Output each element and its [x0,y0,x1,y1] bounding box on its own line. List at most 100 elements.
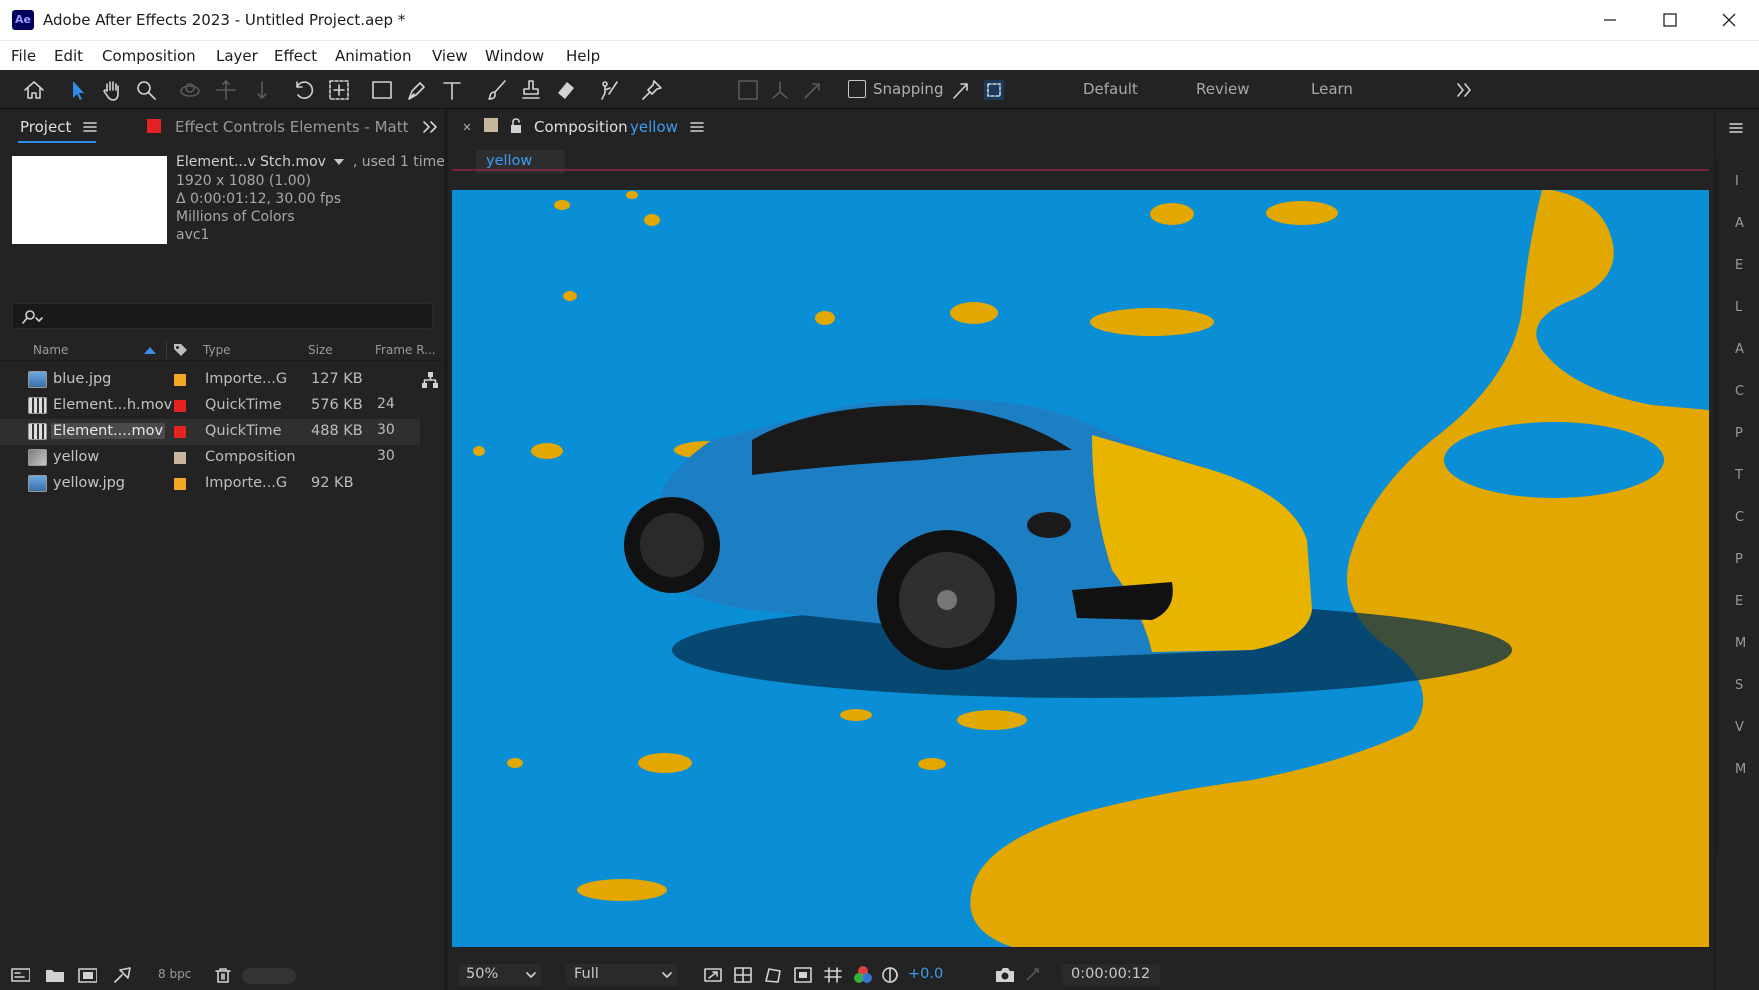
menu-layer[interactable]: Layer [216,47,258,65]
close-tab-icon[interactable] [461,121,473,133]
collapsed-panel-libraries[interactable]: L [1735,300,1742,315]
grid-guides-icon[interactable] [823,966,843,984]
menu-composition[interactable]: Composition [102,47,196,65]
workspace-learn[interactable]: Learn [1311,80,1353,98]
snap-options-button[interactable] [949,78,973,102]
brush-tool[interactable] [485,78,509,102]
double-chevron-right-icon[interactable] [422,119,438,135]
home-button[interactable] [22,78,46,102]
collapsed-panel-wiggler[interactable]: V [1735,720,1744,735]
column-type[interactable]: Type [203,343,231,357]
mask-visibility-icon[interactable] [763,966,783,984]
collapsed-panel-content-aware[interactable]: C [1735,510,1744,525]
composition-viewer[interactable] [452,190,1709,947]
tab-composition-name[interactable]: yellow [630,118,678,136]
eraser-tool[interactable] [554,78,578,102]
flowchart-icon[interactable] [421,371,439,389]
pan-behind-tool[interactable] [327,78,351,102]
collapsed-panel-effects[interactable]: E [1735,258,1743,273]
collapsed-panel-mask[interactable]: M [1735,762,1746,777]
new-folder-icon[interactable] [44,966,64,984]
project-item-row-selected[interactable]: Element....mov QuickTime 488 KB 30 [0,419,420,445]
zoom-dropdown[interactable]: 50% [458,964,542,986]
column-name[interactable]: Name [33,343,68,357]
workspace-review[interactable]: Review [1196,80,1250,98]
tab-effect-controls[interactable]: Effect Controls Elements - Matt [175,118,409,136]
column-frame-rate[interactable]: Frame R... [375,343,436,357]
workspace-overflow-button[interactable] [1452,78,1476,102]
sort-ascending-icon[interactable] [143,346,157,355]
world-axis-tool[interactable] [800,78,824,102]
channel-rgb-icon[interactable] [853,965,873,983]
label-swatch[interactable] [174,374,186,386]
chevron-down-icon[interactable] [334,159,345,165]
lock-icon[interactable] [509,118,523,134]
snap-features-button[interactable] [982,78,1006,102]
menu-view[interactable]: View [432,47,468,65]
selection-tool[interactable] [66,78,90,102]
panel-menu-icon[interactable] [1729,122,1743,134]
panel-menu-icon[interactable] [690,121,704,133]
dolly-tool[interactable] [250,78,274,102]
project-item-row[interactable]: yellow.jpg Importe...G 92 KB [0,471,420,497]
snapping-checkbox[interactable] [848,80,866,98]
interpret-footage-icon[interactable] [10,966,30,984]
tab-project[interactable]: Project [20,118,71,136]
hand-tool[interactable] [100,78,124,102]
project-search-input[interactable] [12,303,433,329]
project-item-row[interactable]: Element...h.mov QuickTime 576 KB 24 [0,393,420,419]
minimize-button[interactable] [1580,0,1640,40]
region-of-interest-icon[interactable] [793,966,813,984]
project-item-row[interactable]: blue.jpg Importe...G 127 KB [0,367,420,393]
bit-depth-button[interactable]: 8 bpc [158,967,191,981]
collapsed-panel-character[interactable]: C [1735,384,1744,399]
collapsed-panel-essential[interactable]: E [1735,594,1743,609]
puppet-pin-tool[interactable] [640,78,664,102]
new-composition-icon[interactable] [77,966,97,984]
workspace-default[interactable]: Default [1083,80,1138,98]
thumbnail-size-slider[interactable] [242,968,296,984]
transparency-grid-icon[interactable] [733,966,753,984]
clone-stamp-tool[interactable] [519,78,543,102]
menu-window[interactable]: Window [485,47,544,65]
maximize-button[interactable] [1640,0,1700,40]
type-tool[interactable] [440,78,464,102]
pen-tool[interactable] [405,78,429,102]
collapsed-panel-paint[interactable]: P [1735,552,1743,567]
resolution-dropdown[interactable]: Full [566,964,678,986]
zoom-tool[interactable] [134,78,158,102]
collapsed-panel-motion[interactable]: M [1735,636,1746,651]
pan-tool[interactable] [214,78,238,102]
camera-snapshot-icon[interactable] [994,966,1014,984]
label-swatch[interactable] [174,400,186,412]
collapsed-panel-audio[interactable]: A [1735,216,1744,231]
exposure-value[interactable]: +0.0 [908,966,943,982]
rotation-tool[interactable] [292,78,316,102]
trash-icon[interactable] [212,966,232,984]
menu-file[interactable]: File [11,47,36,65]
close-button[interactable] [1700,0,1759,40]
fast-previews-icon[interactable] [703,966,723,984]
menu-effect[interactable]: Effect [274,47,317,65]
collapsed-panel-tracker[interactable]: T [1735,468,1743,483]
menu-animation[interactable]: Animation [335,47,411,65]
tab-composition-label[interactable]: Composition [534,118,628,136]
show-snapshot-icon[interactable] [1024,966,1044,984]
collapsed-panel-align[interactable]: A [1735,342,1744,357]
axis-tool[interactable] [768,78,792,102]
menu-edit[interactable]: Edit [54,47,83,65]
label-swatch[interactable] [174,478,186,490]
collapsed-panel-info[interactable]: I [1735,174,1739,189]
label-swatch[interactable] [174,452,186,464]
label-swatch[interactable] [174,426,186,438]
orbit-tool[interactable] [178,78,202,102]
roto-brush-tool[interactable] [597,78,621,102]
rectangle-tool[interactable] [370,78,394,102]
collapsed-panel-smoother[interactable]: S [1735,678,1743,693]
collapsed-panel-paragraph[interactable]: P [1735,426,1743,441]
panel-menu-icon[interactable] [83,121,97,133]
reset-exposure-icon[interactable] [880,965,900,983]
label-tag-icon[interactable] [172,342,188,358]
current-time-display[interactable]: 0:00:00:12 [1062,964,1160,986]
align-tool[interactable] [736,78,760,102]
